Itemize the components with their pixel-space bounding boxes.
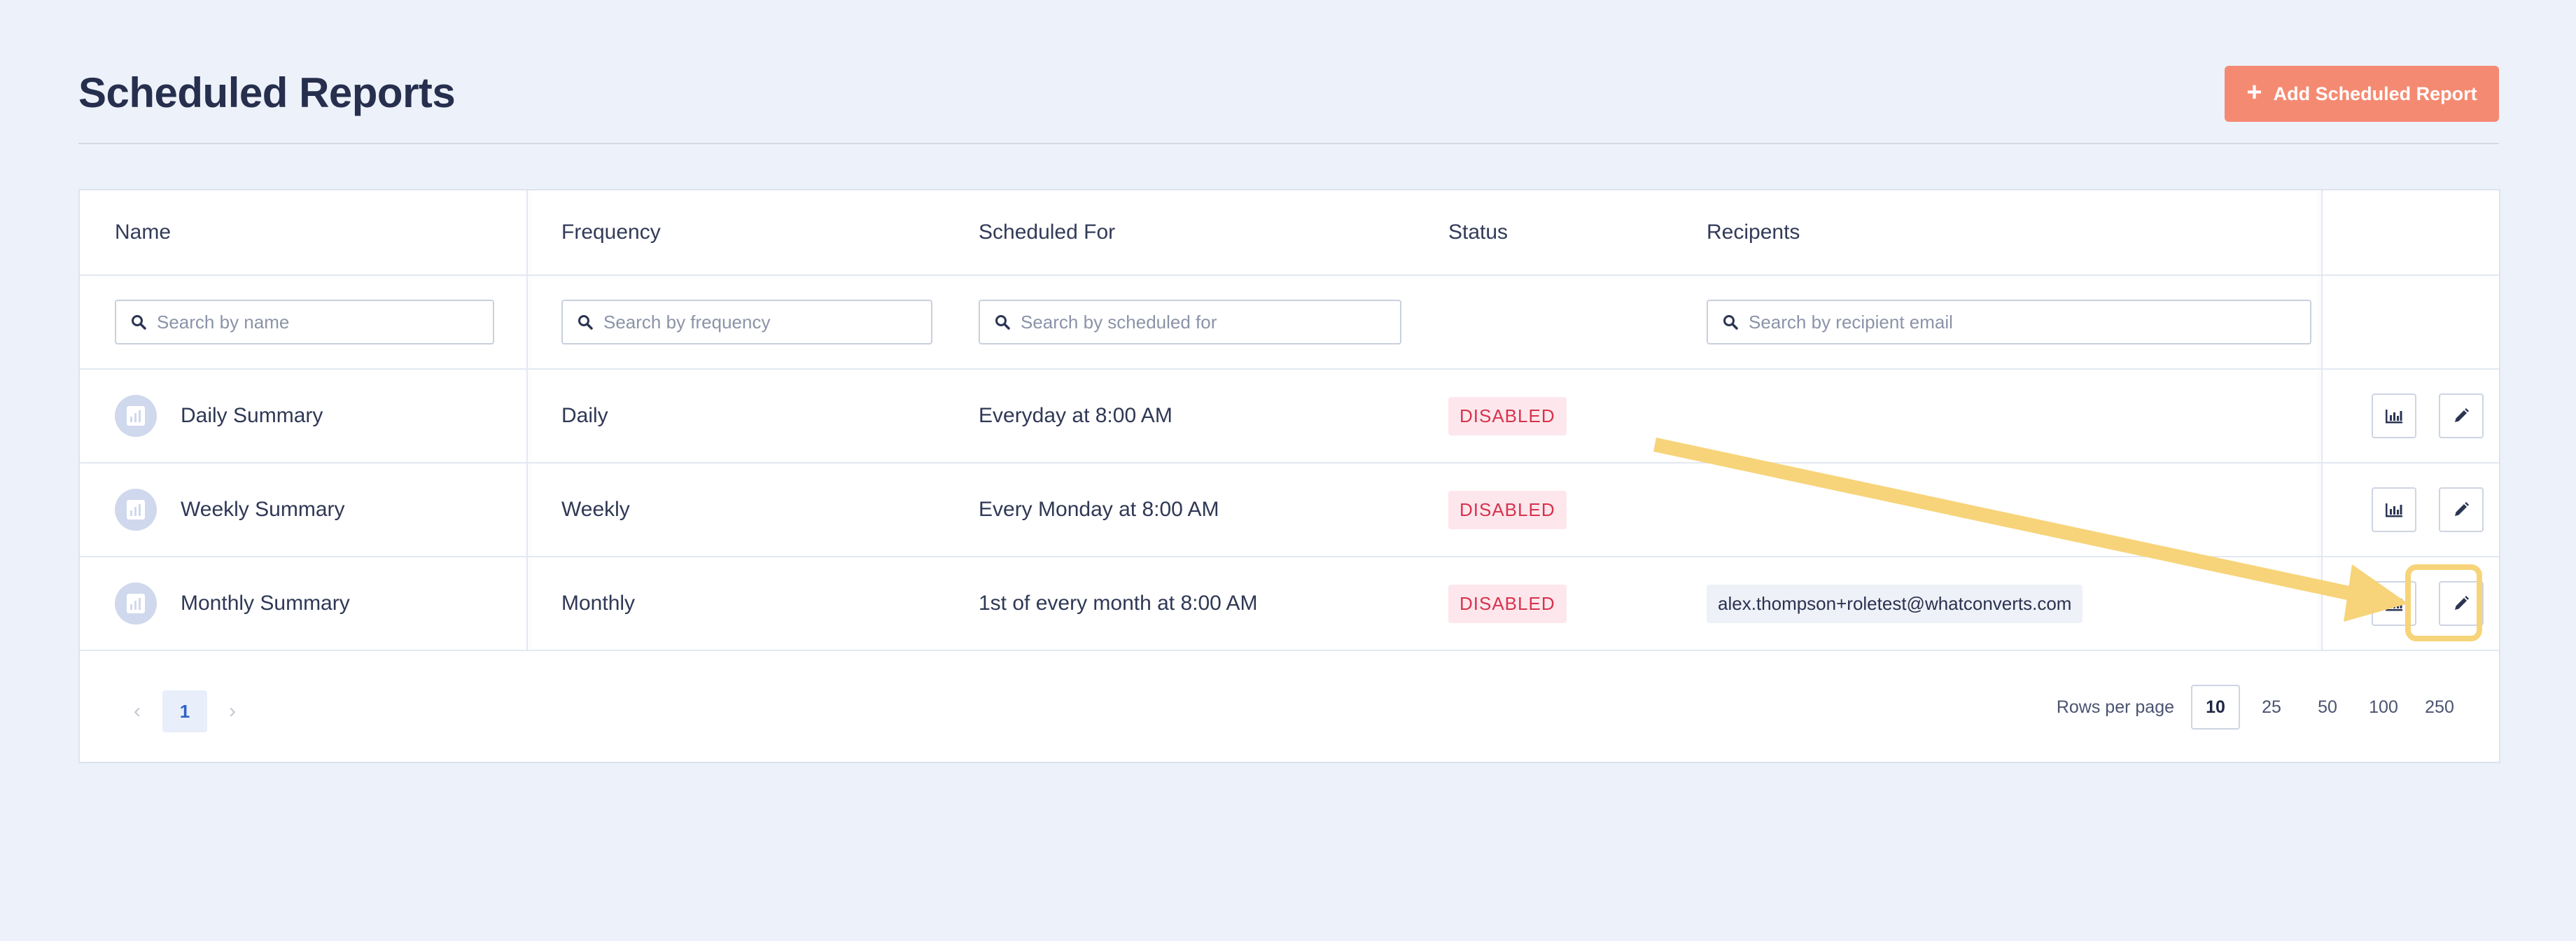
report-icon bbox=[115, 489, 157, 531]
add-scheduled-report-button[interactable]: + Add Scheduled Report bbox=[2225, 66, 2499, 122]
report-frequency: Monthly bbox=[561, 592, 636, 615]
report-frequency: Weekly bbox=[561, 498, 630, 521]
rows-per-page-label: Rows per page bbox=[2056, 697, 2174, 717]
table-footer: ‹ 1 › Rows per page 10 25 50 100 250 bbox=[80, 651, 2499, 763]
bar-chart-icon bbox=[2386, 597, 2402, 611]
table-row[interactable]: Monthly Summary Monthly 1st of every mon… bbox=[80, 557, 2499, 651]
search-icon bbox=[132, 315, 146, 330]
scheduled-reports-table: Name Frequency Scheduled For Status Reci… bbox=[78, 189, 2500, 763]
page-button-current[interactable]: 1 bbox=[162, 690, 207, 732]
recipient-search-placeholder: Search by recipient email bbox=[1749, 311, 1953, 333]
rows-per-page-option[interactable]: 50 bbox=[2303, 685, 2352, 730]
search-icon bbox=[578, 315, 593, 330]
report-scheduled-for: 1st of every month at 8:00 AM bbox=[979, 592, 1258, 615]
bar-chart-icon bbox=[2386, 503, 2402, 517]
search-icon bbox=[995, 315, 1010, 330]
rows-per-page-option[interactable]: 100 bbox=[2359, 685, 2408, 730]
recipient-search-input[interactable]: Search by recipient email bbox=[1707, 300, 2311, 344]
pencil-icon bbox=[2455, 502, 2469, 516]
pagination: ‹ 1 › bbox=[129, 690, 241, 732]
column-header-scheduled-for[interactable]: Scheduled For bbox=[979, 221, 1115, 244]
status-badge: DISABLED bbox=[1448, 584, 1567, 623]
column-header-name[interactable]: Name bbox=[115, 221, 171, 244]
report-name[interactable]: Monthly Summary bbox=[181, 592, 350, 615]
status-badge: DISABLED bbox=[1448, 490, 1567, 529]
report-scheduled-for: Everyday at 8:00 AM bbox=[979, 404, 1172, 427]
next-page-button[interactable]: › bbox=[224, 699, 241, 723]
edit-report-button[interactable] bbox=[2439, 487, 2484, 532]
plus-icon: + bbox=[2246, 78, 2262, 107]
column-header-frequency[interactable]: Frequency bbox=[561, 221, 661, 244]
recipient-email-chip: alex.thompson+roletest@whatconverts.com bbox=[1707, 584, 2083, 623]
page-title: Scheduled Reports bbox=[78, 69, 456, 116]
table-row[interactable]: Weekly Summary Weekly Every Monday at 8:… bbox=[80, 463, 2499, 557]
report-icon bbox=[115, 395, 157, 437]
page-header: Scheduled Reports + Add Scheduled Report bbox=[78, 66, 2499, 144]
name-search-placeholder: Search by name bbox=[157, 311, 290, 333]
rows-per-page-option[interactable]: 25 bbox=[2247, 685, 2296, 730]
report-icon bbox=[115, 583, 157, 625]
name-search-input[interactable]: Search by name bbox=[115, 300, 494, 344]
report-name[interactable]: Weekly Summary bbox=[181, 498, 345, 522]
edit-report-button[interactable] bbox=[2439, 581, 2484, 626]
pencil-icon bbox=[2455, 408, 2469, 422]
report-scheduled-for: Every Monday at 8:00 AM bbox=[979, 498, 1219, 521]
column-header-status[interactable]: Status bbox=[1448, 221, 1508, 244]
add-scheduled-report-label: Add Scheduled Report bbox=[2273, 83, 2477, 104]
rows-per-page-option[interactable]: 250 bbox=[2415, 685, 2464, 730]
frequency-search-input[interactable]: Search by frequency bbox=[561, 300, 932, 344]
view-report-button[interactable] bbox=[2372, 581, 2416, 626]
view-report-button[interactable] bbox=[2372, 393, 2416, 438]
filter-row: Search by name Search by frequency Searc… bbox=[80, 276, 2499, 370]
pencil-icon bbox=[2455, 596, 2469, 610]
bar-chart-icon bbox=[2386, 410, 2402, 424]
table-header-row: Name Frequency Scheduled For Status Reci… bbox=[80, 190, 2499, 276]
column-header-recipients[interactable]: Recipents bbox=[1707, 221, 1800, 244]
search-icon bbox=[1723, 315, 1738, 330]
edit-report-button[interactable] bbox=[2439, 393, 2484, 438]
rows-per-page-option[interactable]: 10 bbox=[2191, 685, 2240, 730]
frequency-search-placeholder: Search by frequency bbox=[603, 311, 771, 333]
scheduled-for-search-placeholder: Search by scheduled for bbox=[1021, 311, 1217, 333]
view-report-button[interactable] bbox=[2372, 487, 2416, 532]
scheduled-for-search-input[interactable]: Search by scheduled for bbox=[979, 300, 1401, 344]
status-badge: DISABLED bbox=[1448, 396, 1567, 435]
report-name[interactable]: Daily Summary bbox=[181, 404, 323, 428]
report-frequency: Daily bbox=[561, 404, 608, 427]
table-row[interactable]: Daily Summary Daily Everyday at 8:00 AM … bbox=[80, 370, 2499, 463]
prev-page-button[interactable]: ‹ bbox=[129, 699, 146, 723]
rows-per-page: Rows per page 10 25 50 100 250 bbox=[2057, 685, 2464, 730]
